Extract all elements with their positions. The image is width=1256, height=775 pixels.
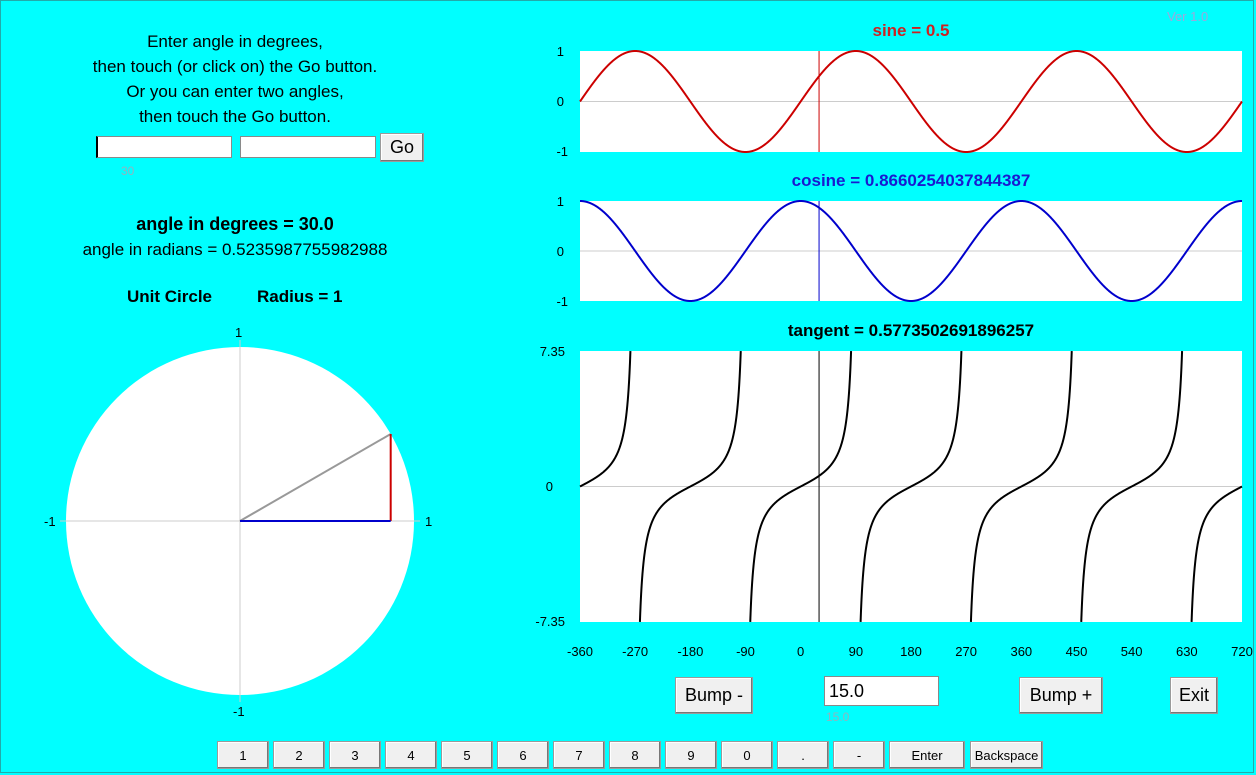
x-tick-label: 630 (1175, 644, 1198, 659)
x-tick-label: -90 (736, 644, 755, 659)
bump-plus-button[interactable]: Bump + (1019, 677, 1103, 714)
keypad-key-7[interactable]: 7 (553, 741, 605, 769)
keypad-key-6[interactable]: 6 (497, 741, 549, 769)
x-tick-label: 90 (848, 644, 864, 659)
x-tick-label: 0 (797, 644, 805, 659)
x-tick-label: -180 (677, 644, 704, 659)
keypad-backspace-button[interactable]: Backspace (970, 741, 1043, 769)
bump-amount-input[interactable] (824, 676, 939, 706)
keypad-key-3[interactable]: 3 (329, 741, 381, 769)
exit-button[interactable]: Exit (1170, 677, 1218, 714)
keypad-key-1[interactable]: 1 (217, 741, 269, 769)
keypad-key-dot[interactable]: . (777, 741, 829, 769)
x-tick-label: 720 (1231, 644, 1253, 659)
keypad-key-2[interactable]: 2 (273, 741, 325, 769)
keypad-key-4[interactable]: 4 (385, 741, 437, 769)
circle-bottom-label: -1 (233, 704, 245, 719)
keypad-key-5[interactable]: 5 (441, 741, 493, 769)
x-tick-label: -360 (566, 644, 594, 659)
x-tick-label: -270 (622, 644, 649, 659)
bump-amount-hint: 15.0 (826, 710, 850, 724)
trig-plots (579, 50, 1243, 622)
x-tick-label: 450 (1065, 644, 1088, 659)
keypad-key-0[interactable]: 0 (721, 741, 773, 769)
x-tick-label: 180 (900, 644, 922, 659)
keypad-key-9[interactable]: 9 (665, 741, 717, 769)
keypad-key-8[interactable]: 8 (609, 741, 661, 769)
keypad-enter-button[interactable]: Enter (889, 741, 965, 769)
keypad-key-minus[interactable]: - (833, 741, 885, 769)
bump-minus-button[interactable]: Bump - (675, 677, 753, 714)
x-tick-label: 270 (955, 644, 977, 659)
x-tick-label: 540 (1120, 644, 1143, 659)
x-tick-label: 360 (1010, 644, 1033, 659)
